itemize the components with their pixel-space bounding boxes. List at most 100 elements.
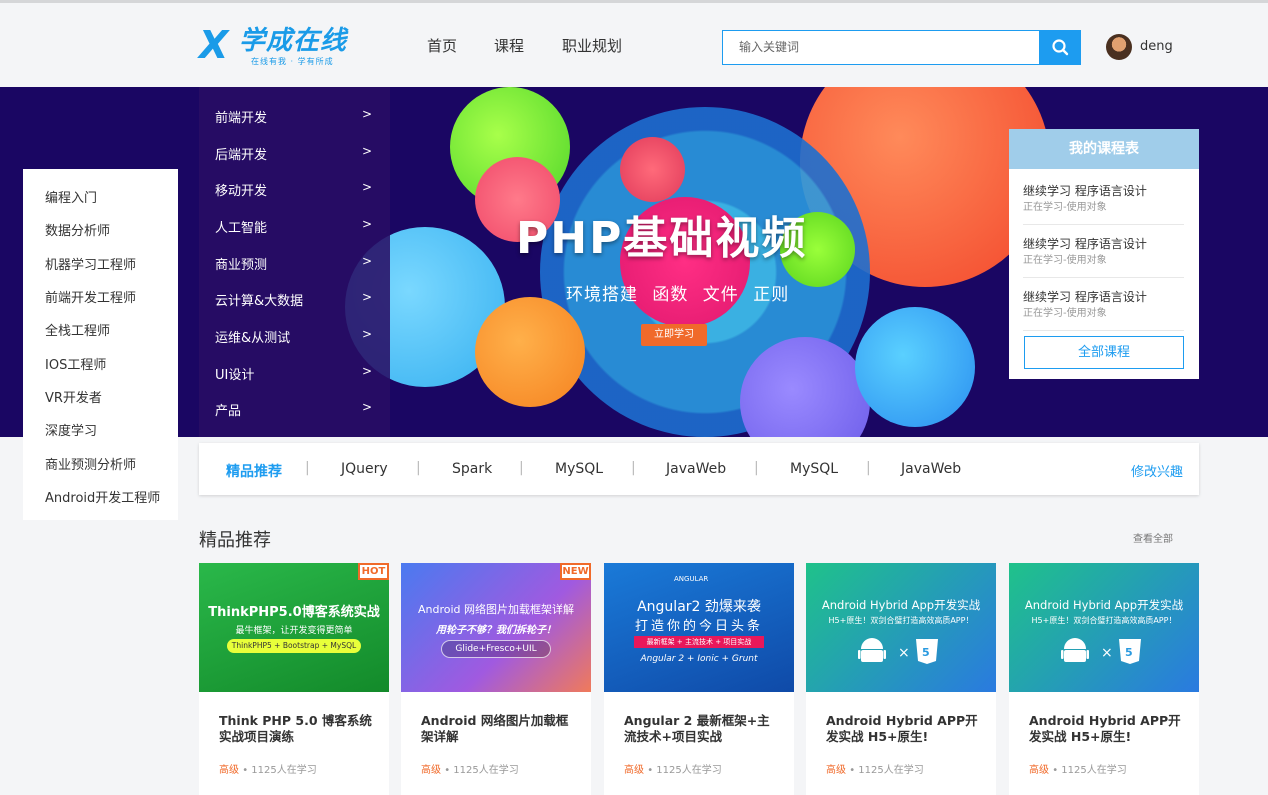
banner-subtitle: 环境搭建 函数 文件 正则 [566,285,790,305]
interest-tag[interactable]: Spark [452,461,492,477]
svg-text:5: 5 [1125,646,1133,659]
section-title: 精品推荐 [199,530,271,551]
category-item[interactable]: 人工智能 > [199,207,390,243]
nav-career[interactable]: 职业规划 [562,35,622,56]
category-item[interactable]: 商业预测 > [199,244,390,280]
thumbnail-title: Angular2 劲爆来袭 [637,599,761,615]
interest-tag[interactable]: JavaWeb [901,461,961,477]
logo-text: 学成在线 [239,26,348,56]
svg-text:5: 5 [922,646,930,659]
course-card[interactable]: Android 网络图片加载框架详解 用轮子不够？我们拆轮子！ Glide+Fr… [401,563,591,795]
category-label: UI设计 [215,368,255,383]
chevron-right-icon: > [361,327,372,341]
thumbnail-tag: Glide+Fresco+UIL [441,640,551,658]
schedule-item-title: 继续学习 程序语言设计 [1023,184,1147,198]
divider: | [416,460,421,476]
career-item[interactable]: 前端开发工程师 [45,287,136,306]
course-level: 高级 [624,765,644,776]
thumbnail-title: Android Hybrid App开发实战 [821,598,981,612]
course-title: Angular 2 最新框架+主流技术+项目实战 [624,713,770,744]
nav-courses[interactable]: 课程 [494,35,524,56]
username[interactable]: deng [1140,39,1173,54]
category-item[interactable]: UI设计 > [199,354,390,390]
thumbnail-tag: ThinkPHP5 + Bootstrap + MySQL [227,639,361,653]
thumbnail-footer: Angular 2 + Ionic + Grunt [640,654,758,664]
banner-learn-button[interactable]: 立即学习 [641,324,707,346]
thumbnail-subtitle: 打造你的今日头条 [634,619,763,634]
schedule-item[interactable]: 继续学习 程序语言设计 正在学习-使用对象 [1023,278,1184,331]
site-logo[interactable]: X 学成在线 在线有我 · 学有所成 [199,25,361,67]
course-card[interactable]: ANGULAR Angular2 劲爆来袭 打造你的今日头条 最新框架 + 主流… [604,563,794,795]
course-level: 高级 [1029,765,1049,776]
category-menu: 前端开发 > 后端开发 > 移动开发 > 人工智能 > 商业预测 > 云计算&大数据 > 运… [199,87,390,437]
search-input[interactable]: 输入关键词 [722,30,1040,65]
career-list: 编程入门 数据分析师 机器学习工程师 前端开发工程师 全栈工程师 IOS工程师 … [23,169,178,520]
thumbnail-subtitle: 最牛框架，让开发变得更简单 [235,626,353,636]
category-label: 后端开发 [215,148,268,163]
career-item[interactable]: VR开发者 [45,387,102,406]
category-item[interactable]: 后端开发 > [199,134,390,170]
hot-badge: HOT [358,563,389,580]
new-badge: NEW [560,563,591,580]
svg-text:×: × [898,645,910,661]
divider: | [631,460,636,476]
thumbnail-title: ThinkPHP5.0博客系统实战 [208,605,380,620]
schedule-item-title: 继续学习 程序语言设计 [1023,237,1147,251]
course-card[interactable]: Android Hybrid App开发实战 H5+原生！双剑合璧打造高效高质A… [1009,563,1199,795]
nav-home[interactable]: 首页 [427,35,457,56]
category-label: 前端开发 [215,111,268,126]
category-item[interactable]: 产品 > [199,390,390,426]
thumbnail-title: Android 网络图片加载框架详解 [417,603,575,616]
chevron-right-icon: > [361,400,372,414]
thumbnail-tag: 最新框架 + 主流技术 + 项目实战 [634,636,764,648]
course-title: Android Hybrid APP开发实战 H5+原生! [1029,713,1181,744]
view-all-link[interactable]: 查看全部 [1133,530,1173,545]
schedule-item-title: 继续学习 程序语言设计 [1023,290,1147,304]
logo-slogan: 在线有我 · 学有所成 [251,57,334,66]
category-label: 商业预测 [215,258,268,273]
interest-tag[interactable]: 精品推荐 [226,461,282,481]
chevron-right-icon: > [361,144,372,158]
modify-interests-link[interactable]: 修改兴趣 [1131,461,1183,480]
category-item[interactable]: 前端开发 > [199,97,390,133]
career-item[interactable]: 机器学习工程师 [45,254,136,273]
course-learners: • 1125人在学习 [1052,765,1127,776]
career-item[interactable]: IOS工程师 [45,354,106,373]
category-label: 产品 [215,404,242,419]
course-level: 高级 [826,765,846,776]
interest-tag[interactable]: JQuery [341,461,388,477]
course-level: 高级 [421,765,441,776]
career-item[interactable]: 深度学习 [45,420,97,439]
course-title: Android Hybrid APP开发实战 H5+原生! [826,713,978,744]
schedule-item-sub: 正在学习-使用对象 [1023,202,1107,213]
decor-circle [620,137,685,202]
course-meta: 高级 • 1125人在学习 [1029,761,1127,776]
avatar[interactable] [1106,34,1132,60]
course-learners: • 1125人在学习 [849,765,924,776]
android-html5-icon: × 5 [858,638,938,664]
all-courses-button[interactable]: 全部课程 [1024,336,1184,369]
career-item[interactable]: 数据分析师 [45,220,110,239]
career-item[interactable]: 商业预测分析师 [45,454,136,473]
career-item[interactable]: 全栈工程师 [45,320,110,339]
interest-tag[interactable]: MySQL [555,461,603,477]
schedule-item[interactable]: 继续学习 程序语言设计 正在学习-使用对象 [1023,172,1184,225]
course-card[interactable]: ThinkPHP5.0博客系统实战 最牛框架，让开发变得更简单 ThinkPHP… [199,563,389,795]
schedule-item[interactable]: 继续学习 程序语言设计 正在学习-使用对象 [1023,225,1184,278]
career-item[interactable]: 编程入门 [45,187,97,206]
thumbnail-subtitle: H5+原生！双剑合璧打造高效高质APP！ [1031,616,1177,625]
search-button[interactable] [1040,30,1081,65]
course-learners: • 1125人在学习 [242,765,317,776]
category-item[interactable]: 运维&从测试 > [199,317,390,353]
course-card[interactable]: Android Hybrid App开发实战 H5+原生！双剑合璧打造高效高质A… [806,563,996,795]
course-title: Think PHP 5.0 博客系统实战项目演练 [219,713,372,744]
career-item[interactable]: Android开发工程师 [45,487,160,506]
course-meta: 高级 • 1125人在学习 [219,761,317,776]
divider: | [519,460,524,476]
interest-tag[interactable]: MySQL [790,461,838,477]
thumbnail-subtitle: 用轮子不够？我们拆轮子！ [436,625,556,636]
category-item[interactable]: 移动开发 > [199,170,390,206]
interest-tag[interactable]: JavaWeb [666,461,726,477]
chevron-right-icon: > [361,180,372,194]
category-item[interactable]: 云计算&大数据 > [199,280,390,316]
